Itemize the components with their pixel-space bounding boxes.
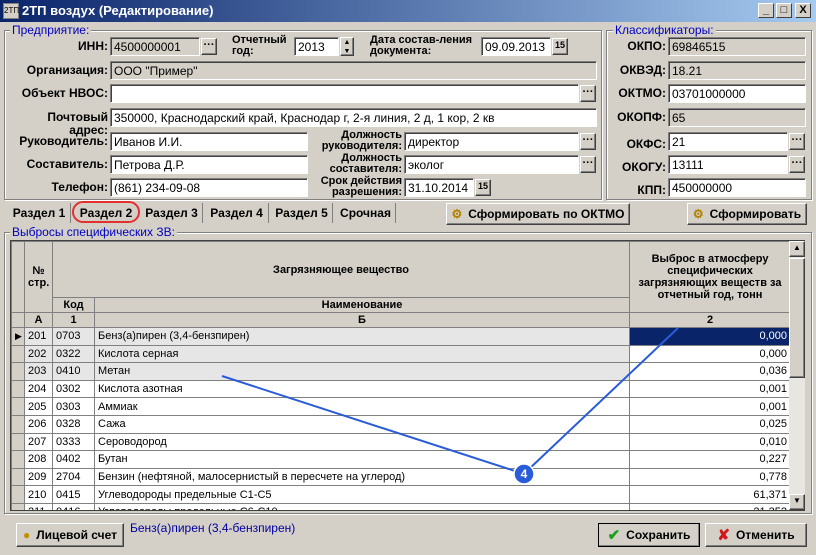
check-icon: ✔ <box>607 527 621 544</box>
annotation-overlay: 4 <box>221 327 679 485</box>
close-icon: ✘ <box>717 527 730 544</box>
save-button[interactable]: ✔ Сохранить <box>598 523 700 547</box>
lock-icon: ● <box>22 528 31 542</box>
account-button[interactable]: ● Лицевой счет <box>16 523 124 547</box>
cancel-button[interactable]: ✘ Отменить <box>705 523 807 547</box>
annotation-line-b <box>527 327 679 471</box>
annotation-marker-label: 4 <box>521 467 528 481</box>
annotation-line-a <box>221 375 519 473</box>
status-text: Бенз(а)пирен (3,4-бензпирен) <box>130 521 296 535</box>
